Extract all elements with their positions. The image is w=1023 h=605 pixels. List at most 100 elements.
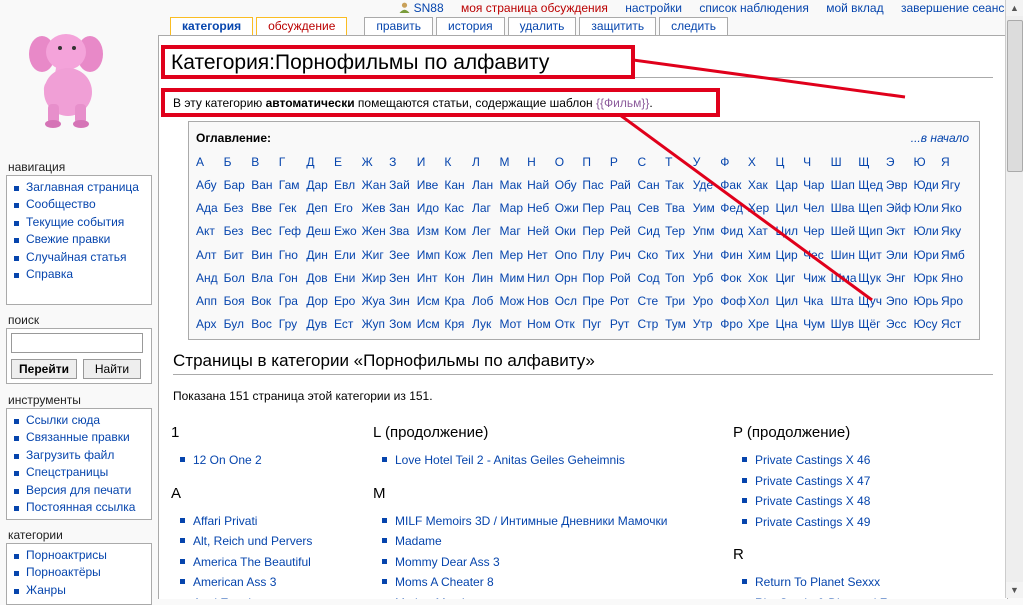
sidebar-item-nav[interactable]: Сообщество [12, 196, 151, 213]
toc-prefix-link[interactable]: Мак [500, 178, 528, 192]
page-link[interactable]: America The Beautiful [193, 555, 311, 569]
toc-prefix-link[interactable]: Рич [610, 248, 638, 262]
toc-letter-link[interactable]: О [555, 155, 583, 169]
toc-prefix-link[interactable]: Цна [775, 317, 803, 331]
vertical-scrollbar[interactable]: ▲ ▼ [1005, 0, 1023, 598]
toc-prefix-link[interactable]: Бул [224, 317, 252, 331]
toc-prefix-link[interactable]: Инт [417, 271, 445, 285]
username-link[interactable]: SN88 [399, 1, 444, 15]
logout-link[interactable]: завершение сеанса [901, 1, 1011, 15]
toc-prefix-link[interactable]: Геф [279, 224, 307, 238]
toc-prefix-link[interactable]: Пер [582, 201, 610, 215]
toc-prefix-link[interactable]: Зай [389, 178, 417, 192]
toc-letter-link[interactable]: Е [334, 155, 362, 169]
toc-prefix-link[interactable]: Мож [500, 294, 528, 308]
toc-prefix-link[interactable]: Мот [500, 317, 528, 331]
sidebar-item-cats[interactable]: Порноактёры [12, 564, 151, 581]
toc-prefix-link[interactable]: Щук [858, 271, 886, 285]
toc-prefix-link[interactable]: Нов [527, 294, 555, 308]
page-link[interactable]: Mommy Dear Ass 3 [395, 555, 500, 569]
toc-prefix-link[interactable]: Гру [279, 317, 307, 331]
toc-prefix-link[interactable]: Ско [638, 248, 666, 262]
toc-prefix-link[interactable]: Упм [693, 224, 721, 238]
toc-prefix-link[interactable]: Фин [720, 248, 748, 262]
toc-prefix-link[interactable]: Зен [389, 271, 417, 285]
toc-prefix-link[interactable]: Мер [500, 248, 528, 262]
sidebar-item-nav[interactable]: Случайная статья [12, 249, 151, 266]
sidebar-item-nav[interactable]: Свежие правки [12, 231, 151, 248]
find-button[interactable]: Найти [83, 359, 141, 379]
page-link[interactable]: Moms A Cheater 8 [395, 575, 494, 589]
toc-prefix-link[interactable]: Исм [417, 294, 445, 308]
toc-prefix-link[interactable]: Лук [472, 317, 500, 331]
sidebar-item-tools[interactable]: Ссылки сюда [12, 412, 151, 429]
toc-prefix-link[interactable]: Ней [527, 224, 555, 238]
toc-prefix-link[interactable]: Пуг [582, 317, 610, 331]
toc-letter-link[interactable]: Г [279, 155, 307, 169]
toc-prefix-link[interactable]: Без [224, 201, 252, 215]
toc-prefix-link[interactable]: Фоф [720, 294, 748, 308]
toc-prefix-link[interactable]: Зом [389, 317, 417, 331]
toc-prefix-link[interactable]: Жир [362, 271, 390, 285]
toc-prefix-link[interactable]: Гек [279, 201, 307, 215]
page-link[interactable]: American Ass 3 [193, 575, 276, 589]
page-link[interactable]: Love Hotel Teil 2 - Anitas Geiles Geheim… [395, 453, 625, 467]
toc-prefix-link[interactable]: Еро [334, 294, 362, 308]
toc-prefix-link[interactable]: Яст [941, 317, 969, 331]
toc-prefix-link[interactable]: Чес [803, 248, 831, 262]
page-link[interactable]: MILF Memoirs 3D / Интимные Дневники Мамо… [395, 514, 667, 528]
toc-prefix-link[interactable]: Кас [444, 201, 472, 215]
toc-prefix-link[interactable]: Энг [886, 271, 914, 285]
toc-prefix-link[interactable]: Вок [251, 294, 279, 308]
toc-prefix-link[interactable]: Ени [334, 271, 362, 285]
toc-letter-link[interactable]: Р [610, 155, 638, 169]
toc-prefix-link[interactable]: Бар [224, 178, 252, 192]
sidebar-item-tools[interactable]: Связанные правки [12, 429, 151, 446]
toc-prefix-link[interactable]: Фид [720, 224, 748, 238]
toc-prefix-link[interactable]: Дув [306, 317, 334, 331]
toc-prefix-link[interactable]: Кан [444, 178, 472, 192]
toc-prefix-link[interactable]: Циг [775, 271, 803, 285]
toc-letter-link[interactable]: И [417, 155, 445, 169]
toc-prefix-link[interactable]: Исм [417, 317, 445, 331]
toc-prefix-link[interactable]: Щед [858, 178, 886, 192]
toc-prefix-link[interactable]: Мар [500, 201, 528, 215]
toc-prefix-link[interactable]: Алт [196, 248, 224, 262]
toc-prefix-link[interactable]: Экт [886, 224, 914, 238]
toc-prefix-link[interactable]: Гам [279, 178, 307, 192]
toc-prefix-link[interactable]: Анд [196, 271, 224, 285]
toc-prefix-link[interactable]: Жуа [362, 294, 390, 308]
toc-letter-link[interactable]: Ж [362, 155, 390, 169]
toc-prefix-link[interactable]: Уим [693, 201, 721, 215]
site-logo[interactable] [20, 24, 130, 134]
toc-prefix-link[interactable]: Лоб [472, 294, 500, 308]
toc-prefix-link[interactable]: Цил [775, 224, 803, 238]
toc-prefix-link[interactable]: Деп [306, 201, 334, 215]
toc-prefix-link[interactable]: Деш [306, 224, 334, 238]
toc-letter-link[interactable]: Д [306, 155, 334, 169]
toc-prefix-link[interactable]: Бол [224, 271, 252, 285]
toc-prefix-link[interactable]: Сте [638, 294, 666, 308]
toc-prefix-link[interactable]: Евл [334, 178, 362, 192]
toc-prefix-link[interactable]: Шей [831, 224, 859, 238]
toc-prefix-link[interactable]: Юрк [913, 271, 941, 285]
toc-prefix-link[interactable]: Щуч [858, 294, 886, 308]
toc-prefix-link[interactable]: Кра [444, 294, 472, 308]
toc-prefix-link[interactable]: Гра [279, 294, 307, 308]
contributions-link[interactable]: мой вклад [826, 1, 883, 15]
toc-letter-link[interactable]: Ю [913, 155, 941, 169]
toc-prefix-link[interactable]: Пор [582, 271, 610, 285]
toc-prefix-link[interactable]: Сод [638, 271, 666, 285]
toc-letter-link[interactable]: Щ [858, 155, 886, 169]
toc-prefix-link[interactable]: Лаг [472, 201, 500, 215]
toc-prefix-link[interactable]: Яку [941, 224, 969, 238]
tab-protect[interactable]: защитить [579, 17, 657, 35]
toc-letter-link[interactable]: Л [472, 155, 500, 169]
scroll-thumb[interactable] [1007, 20, 1023, 172]
toc-prefix-link[interactable]: Бит [224, 248, 252, 262]
toc-letter-link[interactable]: Я [941, 155, 969, 169]
toc-prefix-link[interactable]: Цил [775, 294, 803, 308]
toc-prefix-link[interactable]: Пас [582, 178, 610, 192]
toc-prefix-link[interactable]: Так [665, 178, 693, 192]
toc-prefix-link[interactable]: Най [527, 178, 555, 192]
